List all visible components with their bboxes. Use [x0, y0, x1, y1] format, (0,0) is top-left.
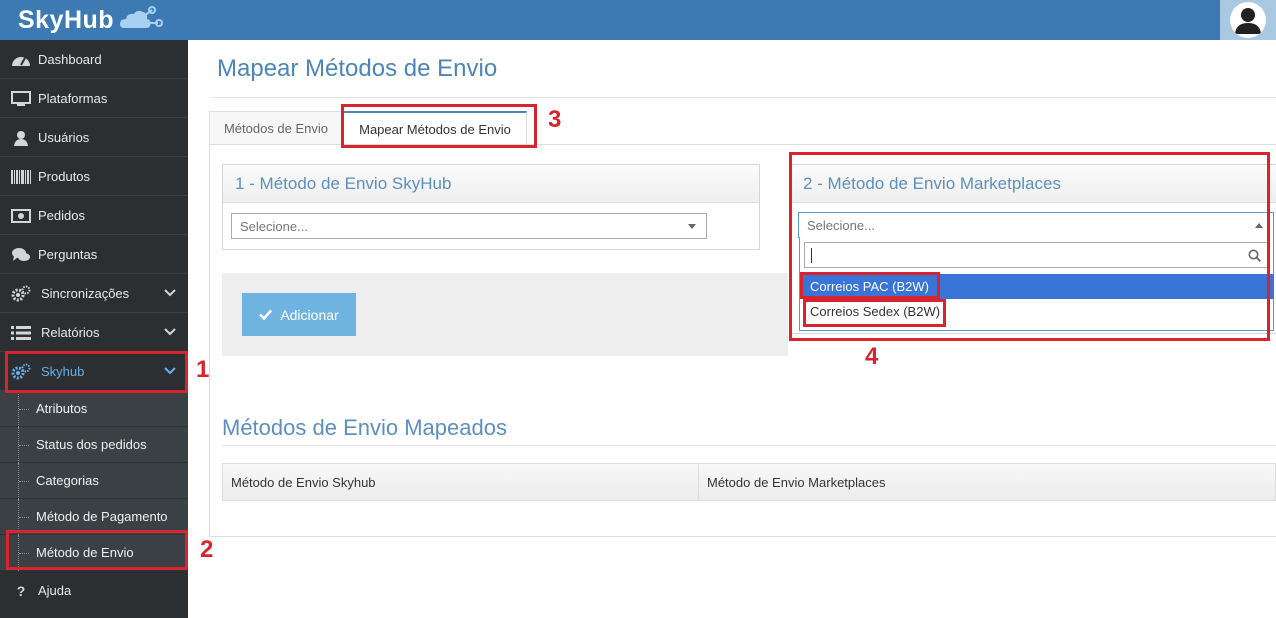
add-button[interactable]: Adicionar [242, 293, 356, 336]
sidebar-item-label: Relatórios [41, 324, 100, 340]
sidebar-subitem-label: Categorias [36, 473, 99, 488]
list-icon [11, 324, 31, 341]
cloud-network-icon [120, 6, 164, 28]
tab-label: Métodos de Envio [223, 121, 329, 136]
user-menu[interactable] [1220, 0, 1276, 40]
divider [210, 97, 1276, 98]
chat-icon [11, 246, 31, 263]
annotation-number: 3 [548, 106, 562, 133]
check-icon [259, 309, 273, 320]
sidebar-item-label: Plataformas [38, 90, 108, 106]
sidebar-item-perguntas[interactable]: Perguntas [0, 235, 188, 274]
annotation-number: 1 [196, 356, 210, 383]
select-value: Selecione... [240, 218, 308, 234]
sidebar-item-ajuda[interactable]: ? Ajuda [0, 571, 188, 610]
sidebar-subitem-label: Atributos [36, 401, 88, 416]
question-icon: ? [16, 582, 26, 599]
sidebar-item-dashboard[interactable]: Dashboard [0, 40, 188, 79]
annotation-box [341, 104, 537, 148]
sidebar-item-label: Pedidos [38, 207, 85, 223]
sidebar-item-label: Dashboard [38, 51, 102, 67]
caret-down-icon [688, 224, 696, 229]
sidebar-item-label: Usuários [38, 129, 90, 145]
sidebar-item-pedidos[interactable]: Pedidos [0, 196, 188, 235]
gears-icon [11, 285, 31, 302]
table-header-cell[interactable]: Método de Envio Skyhub [223, 464, 698, 500]
skyhub-method-select[interactable]: Selecione... [231, 213, 707, 239]
add-area: Adicionar [222, 273, 788, 356]
sidebar-item-usuarios[interactable]: Usuários [0, 118, 188, 157]
barcode-icon [11, 168, 31, 185]
annotation-box [5, 351, 188, 393]
sidebar-subitem-label: Método de Pagamento [36, 509, 168, 524]
app-name: SkyHub [18, 5, 115, 34]
sidebar-subitem-status-pedidos[interactable]: Status dos pedidos [0, 427, 188, 463]
annotation-box [800, 272, 940, 299]
mapped-methods-table: Método de Envio Skyhub Método de Envio M… [222, 463, 1276, 501]
skyhub-logo[interactable]: SkyHub [18, 4, 164, 36]
sidebar-item-label: Sincronizações [41, 285, 130, 301]
chevron-down-icon [164, 289, 176, 297]
table-header-cell[interactable]: Método de Envio Marketplaces [698, 464, 1275, 500]
money-icon [11, 207, 31, 224]
annotation-number: 4 [865, 343, 879, 370]
avatar-icon [1230, 2, 1266, 38]
sidebar-item-label: Ajuda [38, 583, 72, 598]
sidebar-item-plataformas[interactable]: Plataformas [0, 79, 188, 118]
divider [222, 445, 1276, 446]
sidebar-item-relatorios[interactable]: Relatórios [0, 313, 188, 352]
annotation-number: 2 [200, 536, 214, 563]
add-button-label: Adicionar [280, 306, 339, 323]
chevron-down-icon [164, 328, 176, 336]
tachometer-icon [11, 51, 31, 68]
top-bar: SkyHub [0, 0, 1276, 40]
user-icon [11, 129, 31, 146]
sidebar-item-label: Produtos [38, 168, 91, 184]
sidebar-subitem-atributos[interactable]: Atributos [0, 391, 188, 427]
sidebar-subitem-categorias[interactable]: Categorias [0, 463, 188, 499]
tab-metodos-envio[interactable]: Métodos de Envio [209, 111, 343, 145]
sidebar-item-sincronizacoes[interactable]: Sincronizações [0, 274, 188, 313]
monitor-icon [11, 90, 31, 107]
sidebar-subitem-label: Status dos pedidos [36, 437, 147, 452]
annotation-box [803, 299, 946, 327]
sidebar-item-produtos[interactable]: Produtos [0, 157, 188, 196]
page-title: Mapear Métodos de Envio [217, 55, 498, 82]
sidebar-item-label: Perguntas [38, 246, 98, 262]
skyhub-method-widget: 1 - Método de Envio SkyHub Selecione... [222, 164, 760, 250]
section-title: Métodos de Envio Mapeados [222, 415, 507, 440]
annotation-box [6, 530, 188, 570]
widget-title: 1 - Método de Envio SkyHub [223, 165, 759, 203]
